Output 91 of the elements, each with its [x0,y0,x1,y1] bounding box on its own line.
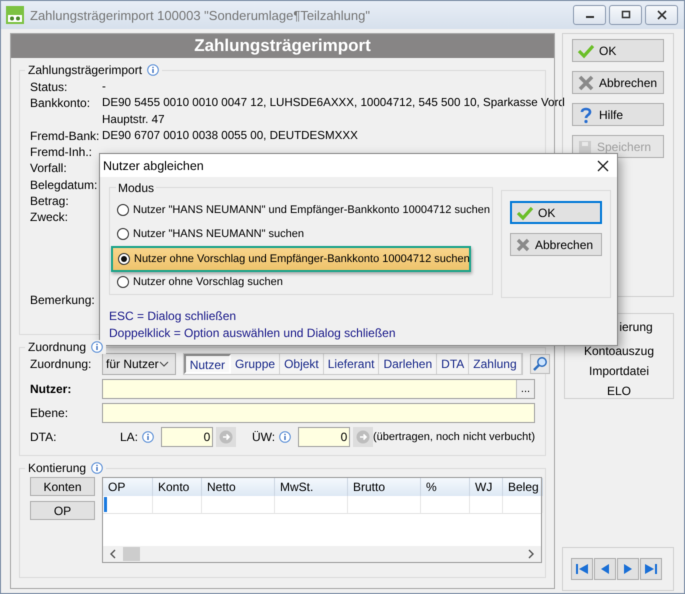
action-button[interactable]: Abbrechen [572,71,664,94]
field-label: DTA: [30,430,58,444]
group-title: Kontierung [28,461,86,475]
app-icon [6,6,24,24]
field-label: Vorfall: [30,160,68,177]
row-cursor [104,497,107,512]
info-icon[interactable] [142,431,154,443]
field-label: Zweck: [30,209,70,226]
checkmark-icon [516,204,534,220]
column-header[interactable]: WJ [470,478,503,496]
tab[interactable]: Nutzer [184,354,232,374]
accounting-button[interactable]: OP [30,501,95,520]
close-button[interactable] [645,5,678,25]
cross-icon [577,74,595,90]
column-header[interactable]: Brutto [348,478,421,496]
option-label[interactable]: Nutzer ohne Vorschlag suchen [133,276,283,288]
maximize-icon [620,10,630,20]
field-value: Hauptstr. 47 [102,112,166,128]
option-label[interactable]: Nutzer ohne Vorschlag und Empfänger-Bankkonto 10004712 suchen [134,253,470,265]
uw-field[interactable]: 0 [298,427,350,447]
cross-icon [515,236,531,252]
maximize-button[interactable] [609,5,642,25]
field-value: DE90 5455 0010 0010 0047 12, LUHSDE6AXXX, 10004712, 545 500 10, Sparkasse Vord [102,95,565,112]
option-label[interactable]: Nutzer "HANS NEUMANN" suchen [133,228,304,240]
field-label: Ebene: [30,406,70,420]
scroll-thumb[interactable] [123,547,140,561]
column-header[interactable]: % [421,478,470,496]
column-header[interactable]: MwSt. [275,478,348,496]
dialog-title: Nutzer abgleichen [103,158,204,172]
previous-button[interactable] [594,558,616,580]
panel-link[interactable]: Kontoauszug [584,343,654,359]
user-field[interactable]: ... [102,379,535,399]
action-button[interactable]: Hilfe [572,103,664,126]
panel-link[interactable]: ELO [606,383,631,399]
search-button[interactable] [530,354,550,374]
field-label: Fremd-Inh.: [30,144,94,160]
column-header[interactable]: OP [103,478,153,496]
field-label: Fremd-Bank: [30,128,100,144]
field-label: Nutzer: [30,382,72,396]
radio-button[interactable] [118,253,130,265]
scroll-right-icon[interactable] [527,549,535,559]
skip-to-start-icon [575,563,589,575]
next-button[interactable] [617,558,639,580]
field-label: Belegdatum: [30,176,98,194]
field-label: Status: [30,79,68,96]
skip-to-end-icon [644,563,658,575]
field-label: Zuordnung: [30,357,92,371]
minimize-button[interactable] [573,5,606,25]
la-field[interactable]: 0 [161,427,214,447]
group-title: Modus [116,181,156,195]
info-icon[interactable] [91,341,104,353]
level-field[interactable] [102,403,535,423]
panel-link[interactable]: Importdatei [588,363,650,379]
note-text: (übertragen, noch nicht verbucht) [372,431,536,443]
column-header[interactable]: Netto [202,478,275,496]
dialog-button[interactable]: Abbrechen [510,233,602,256]
scroll-left-icon[interactable] [109,549,117,559]
field-label: Betrag: [30,193,70,210]
field-label: Bankkonto: [30,95,92,112]
field-value: DE90 6707 0010 0038 0055 00, DEUTDESMXXX [102,128,358,144]
first-button[interactable] [571,558,593,580]
info-icon[interactable] [91,462,104,474]
column-header[interactable]: Beleg [503,478,543,496]
field-label: LA: [120,430,138,444]
window-title: Zahlungsträgerimport 100003 "Sonderumlage¶Teilzahlung" [30,8,370,22]
horizontal-scrollbar[interactable] [103,546,541,562]
checkmark-icon [577,42,595,58]
radio-button[interactable] [117,276,129,288]
hint-text: Doppelklick = Option auswählen und Dialog schließen [109,325,396,342]
info-icon[interactable] [147,64,160,76]
caret-icon [158,361,169,367]
close-icon [656,10,666,20]
column-header[interactable]: Konto [153,478,202,496]
radio-button[interactable] [117,204,129,216]
option-label[interactable]: Nutzer "HANS NEUMANN" und Empfänger-Bankkonto 10004712 suchen [133,204,490,216]
header-title: Zahlungsträgerimport [194,36,371,56]
group-title: Zuordnung [28,340,86,354]
browse-button[interactable]: ... [516,380,534,398]
close-button[interactable] [595,158,611,174]
field-label: ÜW: [252,430,276,444]
accounting-button[interactable]: Konten [30,477,95,496]
hint-text: ESC = Dialog schließen [109,308,238,325]
group-title: Zahlungsträgerimport [28,63,142,77]
last-button[interactable] [640,558,662,580]
radio-button[interactable] [117,228,129,240]
field-value: - [102,79,106,95]
info-icon[interactable] [279,431,292,443]
field-label: Bemerkung: [30,292,96,308]
action-button[interactable]: OK [572,39,664,62]
assignment-dropdown[interactable]: für Nutzer [102,353,176,375]
dialog-button[interactable]: OK [510,201,602,224]
